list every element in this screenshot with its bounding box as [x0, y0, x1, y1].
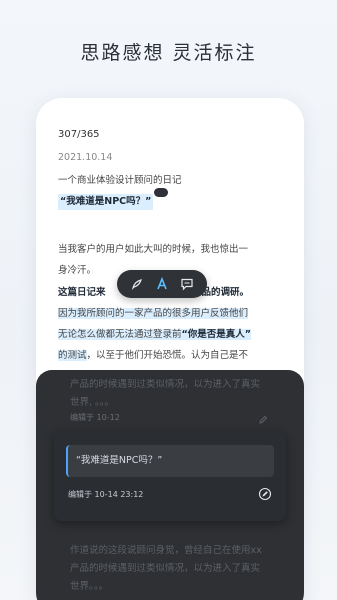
ghost-edit-icon	[258, 410, 268, 424]
annotation-toolbar	[117, 270, 207, 298]
highlight-line-2b[interactable]: “你是否是真人”	[181, 329, 252, 340]
paragraph-3-tail: ，以至于他们开始恐慌。认为自己是不	[86, 350, 249, 361]
book-title: 一个商业体验设计顾问的日记	[58, 175, 182, 186]
edit-icon[interactable]	[258, 486, 272, 501]
highlight-line-2a[interactable]: 无论怎么做都无法通过登录前	[58, 329, 182, 340]
paragraph-title[interactable]: 一个商业体验设计顾问的日记 “我难道是NPC吗？”	[58, 170, 290, 212]
paragraph-2-line-1: 当我客户的用户如此大叫的时候，我也惊出一	[58, 244, 249, 255]
ghost-note-top-line-2: 世界, 。。。	[70, 397, 115, 408]
ghost-note-bottom-line-3: 世界。。。	[70, 581, 109, 592]
page-headline: 思路感想 灵活标注	[80, 42, 257, 64]
highlight-line-1[interactable]: 因为我所顾问的一家产品的很多用户反馈他们	[58, 308, 249, 319]
note-card[interactable]: “我难道是NPC吗？” 编辑于 10-14 23:12	[54, 431, 286, 521]
paragraph-3-bold-start: 这篇日记来	[58, 287, 106, 298]
note-card-meta: 编辑于 10-14 23:12	[68, 490, 144, 499]
entry-date: 2021.10.14	[58, 152, 113, 163]
ghost-note-top-meta: 编辑于 10-12	[70, 413, 120, 422]
highlighted-quote[interactable]: “我难道是NPC吗？”	[58, 194, 154, 211]
ghost-note-bottom: 作道说的这段说顾问身觉，曾经自己在使用xx 产品的时候遇到过类似情况，以为进入了…	[70, 542, 280, 596]
pen-icon[interactable]	[129, 276, 145, 292]
ghost-note-top-line-1: 产品的时候遇到过类似情况，以为进入了真实	[70, 379, 261, 390]
text-highlight-icon[interactable]	[154, 276, 170, 292]
highlight-line-3[interactable]: 的测试	[58, 350, 87, 361]
reader-phone-frame: 307/365 2021.10.14 一个商业体验设计顾问的日记 “我难道是NP…	[36, 98, 304, 600]
ghost-note-bottom-line-1: 作道说的这段说顾问身觉，曾经自己在使用xx	[70, 545, 262, 556]
ghost-note-top: 产品的时候遇到过类似情况，以为进入了真实 世界, 。。。	[70, 376, 280, 412]
paragraph-3-bold-end: 品的调研。	[201, 287, 250, 298]
note-card-quote: “我难道是NPC吗？”	[66, 445, 274, 477]
comment-icon[interactable]	[179, 276, 195, 292]
ghost-note-bottom-line-2: 产品的时候遇到过类似情况，以为进入了真实	[70, 563, 261, 574]
reading-progress: 307/365	[58, 129, 100, 140]
comment-marker-icon[interactable]	[154, 188, 169, 197]
